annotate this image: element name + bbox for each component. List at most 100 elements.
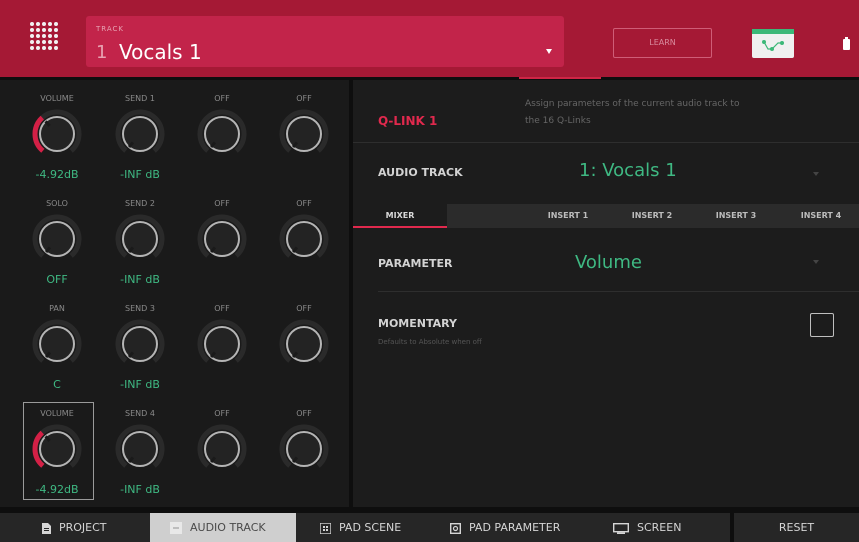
momentary-checkbox[interactable] (810, 313, 834, 337)
header-bar: TRACK 1 Vocals 1 LEARN (0, 0, 859, 77)
knob[interactable] (278, 318, 330, 370)
knob[interactable] (114, 423, 166, 475)
qlink-title: Q-LINK 1 (378, 114, 438, 128)
knob-cell: SEND 1 -INF dB (104, 82, 176, 182)
screen-icon (613, 522, 629, 534)
pad-grid-icon (320, 522, 331, 534)
knob-label: OFF (296, 199, 312, 208)
knob[interactable] (31, 108, 83, 160)
nav-pad-parameter-label: PAD PARAMETER (469, 521, 561, 534)
knob-label: SEND 3 (125, 304, 155, 313)
chevron-down-icon (546, 49, 552, 54)
nav-project-button[interactable]: PROJECT (0, 513, 150, 542)
momentary-description: Defaults to Absolute when off (378, 338, 482, 346)
knob[interactable] (196, 423, 248, 475)
audio-track-icon (170, 522, 182, 534)
nav-screen-label: SCREEN (637, 521, 682, 534)
knob[interactable] (114, 108, 166, 160)
tab-insert-3[interactable]: INSERT 3 (699, 204, 773, 228)
qlink-panel: Q-LINK 1 Assign parameters of the curren… (353, 80, 859, 507)
momentary-label: MOMENTARY (378, 317, 457, 330)
nav-audio-track-label: AUDIO TRACK (190, 521, 266, 534)
learn-button[interactable]: LEARN (613, 28, 712, 58)
audio-track-select[interactable]: 1: Vocals 1 (579, 160, 677, 181)
knob-cell: SEND 4 -INF dB (104, 397, 176, 497)
tab-insert-4[interactable]: INSERT 4 (783, 204, 859, 228)
divider (353, 142, 859, 143)
knob-cell: OFF (268, 82, 340, 182)
knob-cell: OFF (268, 397, 340, 497)
nav-screen-button[interactable]: SCREEN (583, 513, 730, 542)
knob-cell: OFF (186, 187, 258, 287)
knob-label: OFF (296, 94, 312, 103)
grid-menu-icon[interactable] (30, 22, 60, 52)
knob-value: C (53, 378, 61, 391)
knob-cell: OFF (186, 292, 258, 392)
knob-cell: PAN C (21, 292, 93, 392)
knob[interactable] (196, 213, 248, 265)
selected-knob-frame (23, 402, 94, 500)
knob[interactable] (31, 213, 83, 265)
tab-insert-1[interactable]: INSERT 1 (531, 204, 605, 228)
parameter-select[interactable]: Volume (575, 252, 642, 273)
knob[interactable] (31, 318, 83, 370)
audio-track-label: AUDIO TRACK (378, 166, 463, 179)
nav-audio-track-button[interactable]: AUDIO TRACK (150, 513, 296, 542)
chevron-down-icon (813, 260, 819, 264)
knob-value: -4.92dB (35, 168, 79, 181)
chevron-down-icon (813, 172, 819, 176)
header-accent-line (519, 77, 601, 79)
knob[interactable] (196, 318, 248, 370)
knob-label: OFF (214, 409, 230, 418)
knob-label: OFF (214, 94, 230, 103)
track-caption: TRACK (96, 25, 124, 33)
knob-label: SEND 1 (125, 94, 155, 103)
knob[interactable] (278, 423, 330, 475)
knob[interactable] (114, 318, 166, 370)
track-selector[interactable]: TRACK 1 Vocals 1 (86, 16, 564, 67)
nav-pad-parameter-button[interactable]: PAD PARAMETER (433, 513, 583, 542)
nav-pad-scene-button[interactable]: PAD SCENE (296, 513, 433, 542)
knob-value: -INF dB (120, 273, 160, 286)
knob-label: SEND 2 (125, 199, 155, 208)
knob-cell: OFF (186, 397, 258, 497)
nav-pad-scene-label: PAD SCENE (339, 521, 402, 534)
knob[interactable] (278, 213, 330, 265)
tab-mixer[interactable]: MIXER (353, 204, 447, 228)
tab-insert-2[interactable]: INSERT 2 (615, 204, 689, 228)
knob-cell: SOLO OFF (21, 187, 93, 287)
qlink-description: Assign parameters of the current audio t… (525, 99, 740, 126)
knob-label: OFF (214, 199, 230, 208)
reset-button[interactable]: RESET (734, 513, 859, 542)
knob-label: OFF (296, 304, 312, 313)
knob[interactable] (196, 108, 248, 160)
knob-value: -INF dB (120, 378, 160, 391)
knob-cell: SEND 3 -INF dB (104, 292, 176, 392)
knob-value: -INF dB (120, 168, 160, 181)
automation-icon (762, 40, 784, 51)
divider (378, 291, 859, 292)
knob-cell: OFF (186, 82, 258, 182)
track-number: 1 (96, 42, 108, 63)
battery-icon (842, 37, 851, 50)
track-name: Vocals 1 (119, 40, 202, 64)
knob[interactable] (114, 213, 166, 265)
nav-project-label: PROJECT (59, 521, 107, 534)
insert-tabs: MIXER INSERT 1 INSERT 2 INSERT 3 INSERT … (353, 204, 859, 228)
knob-cell: OFF (268, 187, 340, 287)
parameter-label: PARAMETER (378, 257, 453, 270)
pad-parameter-icon (450, 522, 461, 534)
knob-cell: SEND 2 -INF dB (104, 187, 176, 287)
document-icon (42, 522, 51, 534)
knob-label: SEND 4 (125, 409, 155, 418)
knob-label: OFF (296, 409, 312, 418)
knob-value: -INF dB (120, 483, 160, 496)
knob-label: SOLO (46, 199, 68, 208)
knob-value: OFF (46, 273, 68, 286)
knob-label: PAN (49, 304, 65, 313)
automation-button[interactable] (752, 29, 794, 58)
knob-label: OFF (214, 304, 230, 313)
knob-cell: OFF (268, 292, 340, 392)
knob[interactable] (278, 108, 330, 160)
knob-cell: VOLUME -4.92dB (21, 82, 93, 182)
